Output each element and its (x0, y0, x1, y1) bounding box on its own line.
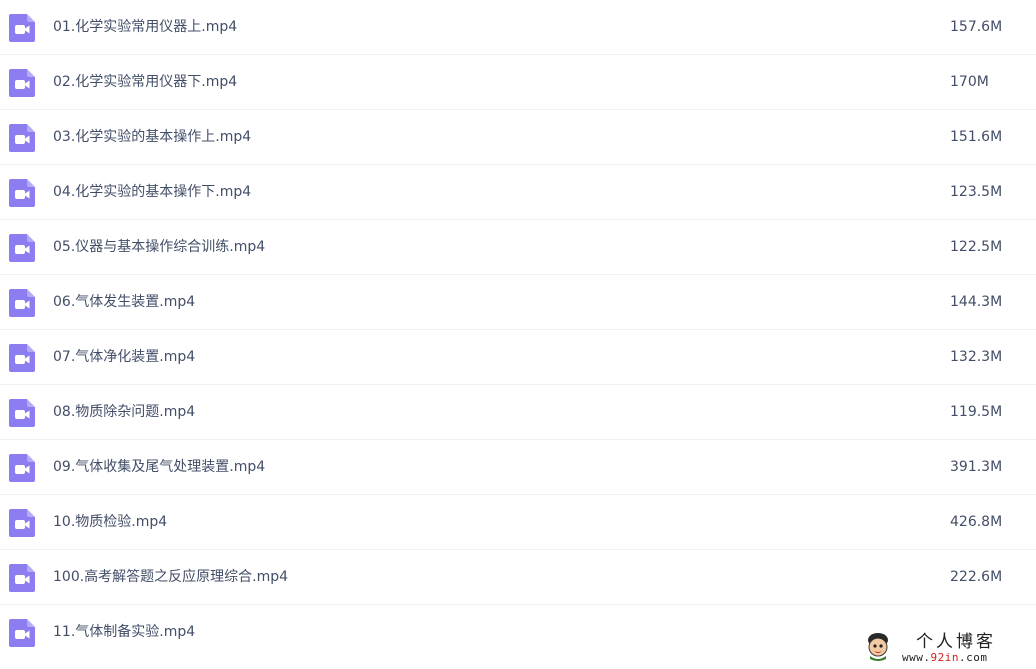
file-size: 170M (950, 74, 989, 90)
video-file-icon (8, 508, 36, 538)
file-row[interactable]: 05.仪器与基本操作综合训练.mp4 122.5M (0, 220, 1036, 275)
video-file-icon (8, 123, 36, 153)
file-size: 122.5M (950, 239, 1003, 255)
file-row[interactable]: 07.气体净化装置.mp4 132.3M (0, 330, 1036, 385)
video-file-icon (8, 343, 36, 373)
watermark-url-suffix: .com (959, 651, 988, 664)
file-name[interactable]: 05.仪器与基本操作综合训练.mp4 (53, 237, 265, 257)
file-row[interactable]: 10.物质检验.mp4 426.8M (0, 495, 1036, 550)
file-name[interactable]: 09.气体收集及尾气处理装置.mp4 (53, 457, 265, 477)
video-file-icon (8, 398, 36, 428)
file-size: 151.6M (950, 129, 1003, 145)
file-name[interactable]: 08.物质除杂问题.mp4 (53, 402, 195, 422)
file-size: 222.6M (950, 569, 1003, 585)
file-name[interactable]: 10.物质检验.mp4 (53, 512, 167, 532)
file-row[interactable]: 09.气体收集及尾气处理装置.mp4 391.3M (0, 440, 1036, 495)
video-file-icon (8, 233, 36, 263)
file-name[interactable]: 11.气体制备实验.mp4 (53, 622, 195, 642)
watermark: 个人博客 www.92in.com (866, 632, 1032, 668)
video-file-icon (8, 288, 36, 318)
watermark-url-accent: 92in (930, 651, 959, 664)
file-row[interactable]: 04.化学实验的基本操作下.mp4 123.5M (0, 165, 1036, 220)
file-row[interactable]: 02.化学实验常用仪器下.mp4 170M (0, 55, 1036, 110)
watermark-url-prefix: www. (902, 651, 931, 664)
video-file-icon (8, 453, 36, 483)
file-size: 132.3M (950, 349, 1003, 365)
file-name[interactable]: 100.高考解答题之反应原理综合.mp4 (53, 567, 288, 587)
file-name[interactable]: 07.气体净化装置.mp4 (53, 347, 195, 367)
file-size: 119.5M (950, 404, 1003, 420)
mascot-face-icon (866, 632, 892, 666)
file-name[interactable]: 03.化学实验的基本操作上.mp4 (53, 127, 251, 147)
file-row[interactable]: 03.化学实验的基本操作上.mp4 151.6M (0, 110, 1036, 165)
file-row[interactable]: 06.气体发生装置.mp4 144.3M (0, 275, 1036, 330)
file-name[interactable]: 01.化学实验常用仪器上.mp4 (53, 17, 237, 37)
video-file-icon (8, 618, 36, 648)
video-file-icon (8, 68, 36, 98)
file-row[interactable]: 08.物质除杂问题.mp4 119.5M (0, 385, 1036, 440)
file-list: 01.化学实验常用仪器上.mp4 157.6M 02.化学实验常用仪器下.mp4… (0, 0, 1036, 660)
video-file-icon (8, 563, 36, 593)
file-size: 123.5M (950, 184, 1003, 200)
video-file-icon (8, 13, 36, 43)
video-file-icon (8, 178, 36, 208)
file-name[interactable]: 06.气体发生装置.mp4 (53, 292, 195, 312)
file-size: 144.3M (950, 294, 1003, 310)
watermark-url: www.92in.com (902, 651, 988, 665)
file-row[interactable]: 100.高考解答题之反应原理综合.mp4 222.6M (0, 550, 1036, 605)
file-size: 426.8M (950, 514, 1003, 530)
file-row[interactable]: 01.化学实验常用仪器上.mp4 157.6M (0, 0, 1036, 55)
file-name[interactable]: 02.化学实验常用仪器下.mp4 (53, 72, 237, 92)
file-size: 391.3M (950, 459, 1003, 475)
file-name[interactable]: 04.化学实验的基本操作下.mp4 (53, 182, 251, 202)
watermark-title: 个人博客 (916, 632, 996, 652)
file-size: 157.6M (950, 19, 1003, 35)
